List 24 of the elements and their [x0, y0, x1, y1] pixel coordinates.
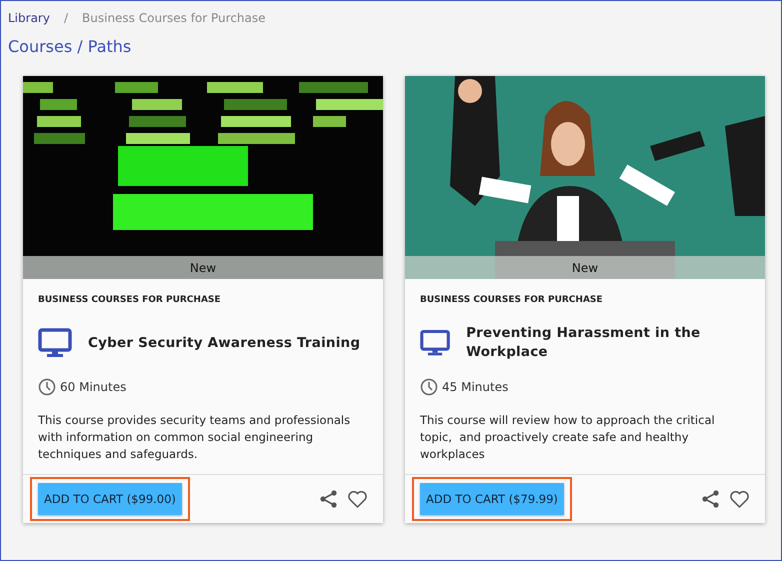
- heart-icon[interactable]: [347, 490, 368, 508]
- breadcrumb-current: Business Courses for Purchase: [82, 11, 266, 25]
- course-duration: 60 Minutes: [60, 380, 126, 394]
- course-category: BUSINESS COURSES FOR PURCHASE: [420, 295, 604, 305]
- clock-icon: [420, 378, 438, 396]
- add-to-cart-button[interactable]: ADD TO CART ($99.00): [38, 483, 182, 515]
- share-icon[interactable]: [701, 489, 721, 509]
- breadcrumb-link[interactable]: Library: [8, 11, 50, 25]
- share-icon[interactable]: [319, 489, 339, 509]
- course-category: BUSINESS COURSES FOR PURCHASE: [38, 295, 222, 305]
- course-duration: 45 Minutes: [442, 380, 508, 394]
- page-title: Courses / Paths: [8, 37, 132, 56]
- breadcrumb-separator: /: [64, 11, 68, 25]
- new-badge: New: [23, 256, 383, 279]
- course-description: This course will review how to approach the critical topic, and proactively create safe and healthy workplaces: [420, 412, 716, 463]
- course-description: This course provides security teams and professionals with information on common social engineering techniques and safeguards.: [38, 412, 352, 463]
- course-title: Cyber Security Awareness Training: [88, 334, 360, 352]
- heart-icon[interactable]: [729, 490, 750, 508]
- course-title: Preventing Harassment in the Workplace: [466, 324, 702, 362]
- monitor-icon: [420, 328, 450, 358]
- add-to-cart-button[interactable]: ADD TO CART ($79.99): [420, 483, 564, 515]
- clock-icon: [38, 378, 56, 396]
- new-badge: New: [405, 256, 765, 279]
- monitor-icon: [38, 328, 72, 358]
